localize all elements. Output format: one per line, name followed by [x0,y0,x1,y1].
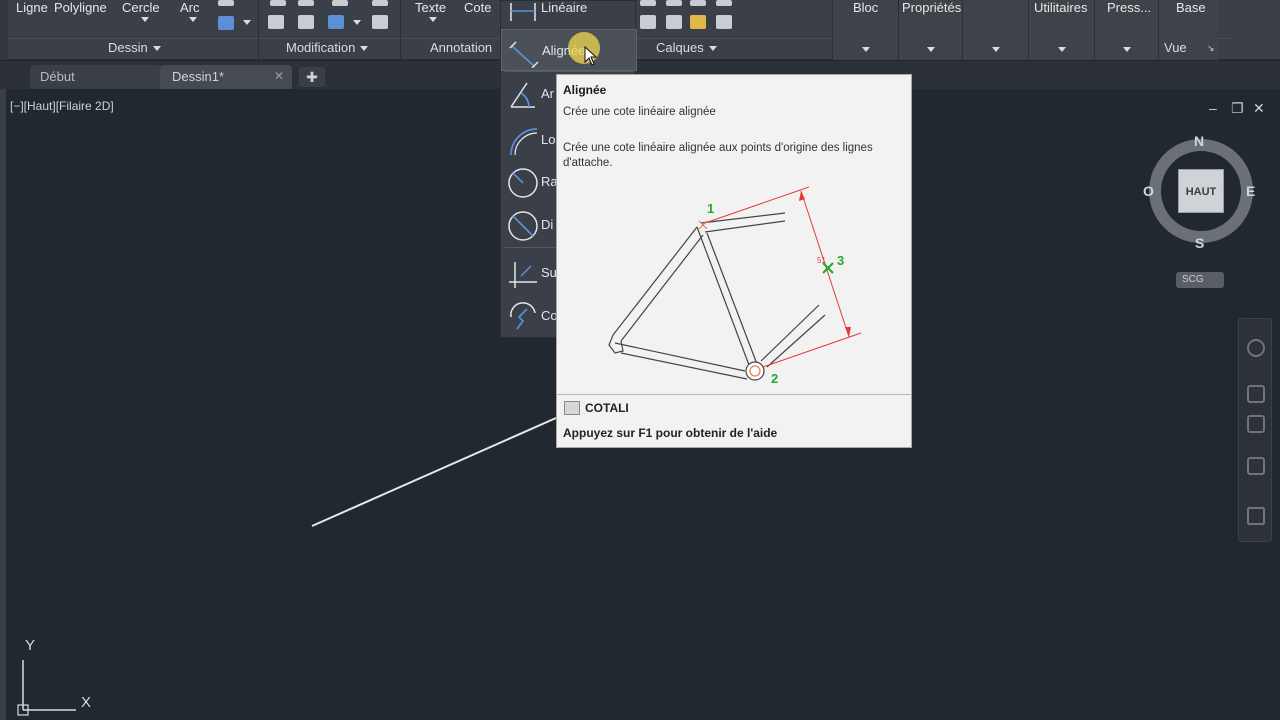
menu-label: Linéaire [541,0,588,15]
diameter-icon [508,211,538,241]
ucs-x-label: X [81,694,92,711]
tooltip-title: Alignée [563,83,607,97]
menu-separator [505,71,633,72]
menu-label: Su [541,265,557,280]
aligned-dimension-icon [509,41,539,68]
menu-label: Ar [541,86,554,101]
tooltip-illustration: 1 2 3 51 [608,186,862,386]
menu-label: Lo [541,132,556,147]
jogged-icon [510,302,536,330]
radius-icon [508,168,538,198]
angular-dimension-icon [510,82,535,108]
arc-length-icon [510,128,538,156]
menu-item-lineaire[interactable]: Linéaire [501,0,637,29]
tooltip-long-description: Crée une cote linéaire alignée aux point… [563,142,873,169]
mouse-pointer-icon [584,46,598,66]
tooltip-command-name: COTALI [585,401,629,415]
dimension-value-label: 51 [817,256,826,265]
autocad-window: Ligne Polyligne Cercle Arc Texte Cote De… [0,0,1280,720]
ordinate-icon [509,262,537,288]
tooltip-divider [557,394,911,395]
command-tooltip: Alignée Crée une cote linéaire alignée C… [556,74,912,448]
menu-label: Di [541,217,554,232]
point-2-label: 2 [771,371,778,386]
ucs-y-label: Y [25,637,36,654]
command-line-icon [564,401,580,415]
point-3-label: 3 [837,253,844,268]
tooltip-help-hint: Appuyez sur F1 pour obtenir de l'aide [563,426,778,440]
linear-dimension-icon [510,3,536,21]
point-1-label: 1 [707,201,714,216]
tooltip-short-description: Crée une cote linéaire alignée [563,106,716,118]
